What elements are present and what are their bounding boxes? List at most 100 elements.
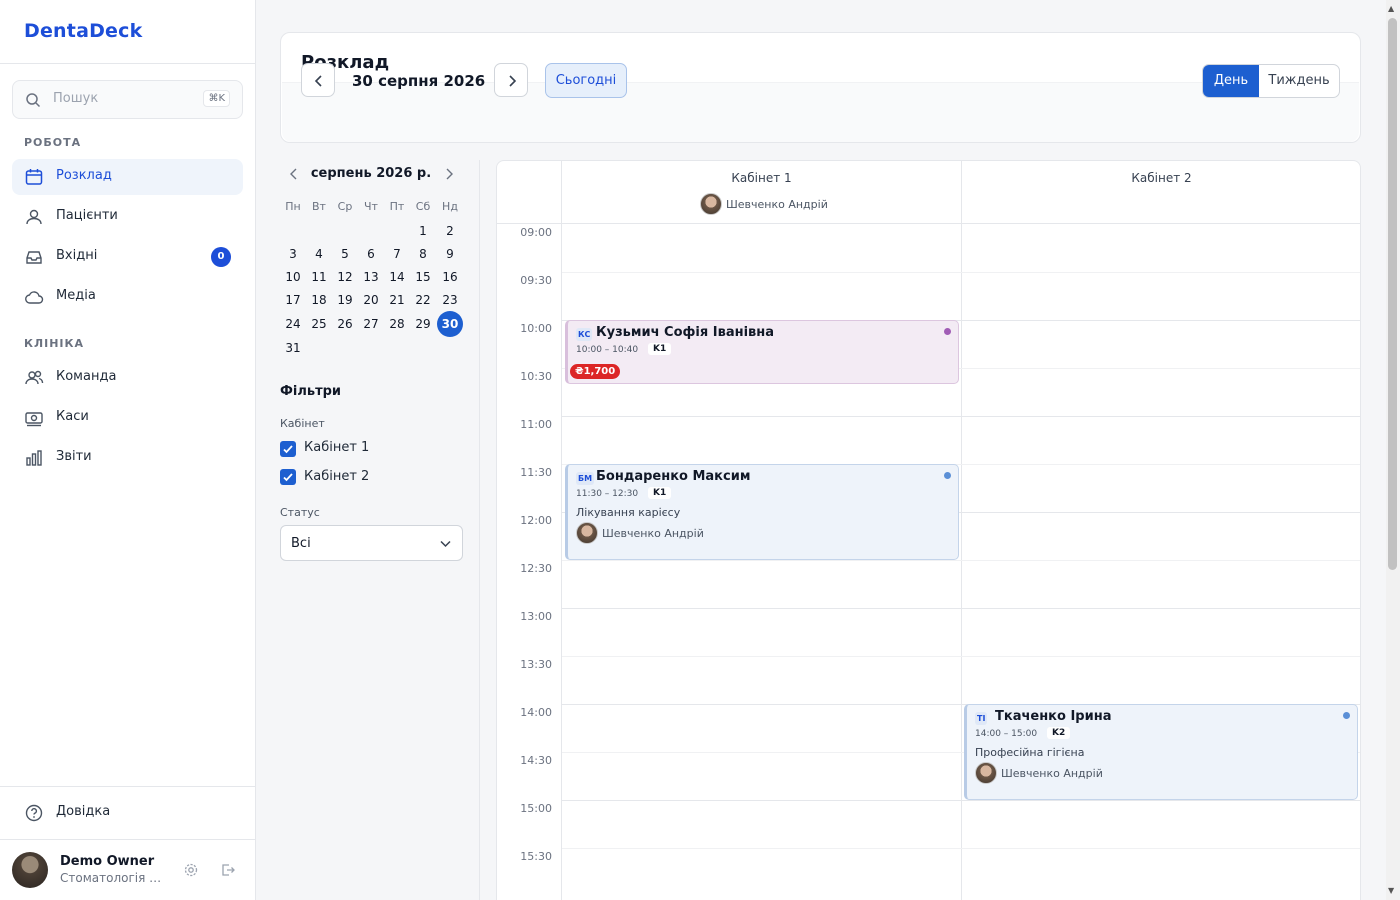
view-day-button[interactable]: День [1203, 65, 1259, 97]
calendar-day[interactable]: 1 [410, 220, 436, 242]
calendar-day[interactable]: 31 [280, 337, 306, 359]
user-avatar[interactable] [12, 852, 48, 888]
cabinet-badge: K1 [648, 343, 672, 355]
time-slot-line [562, 608, 1360, 609]
sidebar-item-media[interactable]: Медіа [12, 279, 243, 315]
patient-name: Бондаренко Максим [596, 469, 751, 484]
calendar-day[interactable]: 9 [437, 243, 463, 265]
sidebar-item-label: Медіа [56, 288, 96, 303]
bar-chart-icon [26, 450, 42, 466]
calendar-day[interactable]: 11 [306, 266, 332, 288]
settings-gear-icon[interactable] [183, 862, 199, 878]
doctor-avatar [975, 762, 997, 784]
calendar-day[interactable]: 22 [410, 289, 436, 311]
calendar-day[interactable]: 13 [358, 266, 384, 288]
calendar-weekday: Вт [312, 200, 326, 213]
sidebar-item-reports[interactable]: Звіти [12, 440, 243, 476]
calendar-day-selected[interactable]: 30 [437, 311, 463, 337]
calendar-day[interactable]: 3 [280, 243, 306, 265]
calendar-day[interactable]: 4 [306, 243, 332, 265]
patient-name: Ткаченко Ірина [995, 709, 1112, 724]
calendar-day[interactable]: 17 [280, 289, 306, 311]
calendar-day[interactable]: 10 [280, 266, 306, 288]
patient-initials: БМ [576, 472, 595, 485]
calendar-day[interactable]: 6 [358, 243, 384, 265]
search-placeholder: Пошук [53, 91, 99, 106]
sidebar-item-cash[interactable]: Каси [12, 400, 243, 436]
check-icon [283, 473, 293, 482]
sidebar-item-inbox[interactable]: Вхідні 0 [12, 239, 243, 275]
scroll-down-icon[interactable]: ▼ [1388, 886, 1394, 895]
calendar-day[interactable]: 24 [280, 313, 306, 335]
calendar-day[interactable]: 23 [437, 289, 463, 311]
calendar-day[interactable]: 15 [410, 266, 436, 288]
time-label: 12:00 [520, 514, 552, 527]
time-label: 15:00 [520, 802, 552, 815]
sidebar-item-patients[interactable]: Пацієнти [12, 199, 243, 235]
calendar-day[interactable]: 18 [306, 289, 332, 311]
user-name: Demo Owner [60, 854, 155, 869]
calendar-icon [25, 169, 43, 185]
cabinet-2-checkbox[interactable] [280, 469, 296, 485]
logout-icon[interactable] [220, 862, 236, 878]
calendar-day[interactable]: 19 [332, 289, 358, 311]
sidebar-item-label: Команда [56, 369, 117, 384]
toolbar [282, 82, 1359, 142]
calendar-day[interactable]: 21 [384, 289, 410, 311]
status-select-value: Всі [291, 536, 311, 551]
appointment-card[interactable]: БМ Бондаренко Максим 11:30 – 12:30 K1 Лі… [565, 464, 959, 560]
calendar-day[interactable]: 26 [332, 313, 358, 335]
calendar-day[interactable]: 16 [437, 266, 463, 288]
appointment-time: 10:00 – 10:40 [576, 345, 639, 355]
calendar-day[interactable]: 25 [306, 313, 332, 335]
filters-title: Фільтри [280, 384, 342, 399]
room-1-doctor[interactable]: Шевченко Андрій [700, 193, 828, 217]
calendar-day[interactable]: 8 [410, 243, 436, 265]
calendar-day[interactable]: 12 [332, 266, 358, 288]
calendar-day[interactable]: 27 [358, 313, 384, 335]
help-icon [25, 804, 43, 822]
calendar-month-title: серпень 2026 р. [310, 166, 432, 181]
inbox-icon [26, 251, 42, 264]
view-week-button[interactable]: Тиждень [1259, 65, 1339, 97]
status-select[interactable]: Всі [280, 525, 463, 561]
patient-initials: КС [576, 328, 593, 341]
time-label: 10:30 [520, 370, 552, 383]
scroll-up-icon[interactable]: ▲ [1388, 4, 1394, 13]
divider [0, 786, 255, 787]
sidebar-item-schedule[interactable]: Розклад [12, 159, 243, 195]
status-filter-label: Статус [280, 506, 320, 519]
cabinet-2-label: Кабінет 2 [304, 469, 370, 484]
scrollbar-thumb[interactable] [1388, 18, 1397, 570]
chevron-down-icon [440, 540, 451, 548]
calendar-weekday: Ср [337, 200, 353, 213]
sidebar-item-label: Вхідні [56, 248, 98, 263]
calendar-day[interactable]: 2 [437, 220, 463, 242]
time-slot-line [562, 656, 1360, 657]
cabinet-1-label: Кабінет 1 [304, 440, 370, 455]
check-icon [283, 445, 293, 454]
next-day-button[interactable] [494, 63, 528, 97]
calendar-day[interactable]: 14 [384, 266, 410, 288]
help-link[interactable]: Довідка [12, 795, 243, 831]
sidebar: DentaDeck Пошук ⌘K РОБОТА Розклад Пацієн… [0, 0, 256, 900]
appointment-card[interactable]: КС Кузьмич Софія Іванівна 10:00 – 10:40 … [565, 320, 959, 384]
calendar-day[interactable]: 20 [358, 289, 384, 311]
search-input[interactable]: Пошук ⌘K [12, 80, 243, 119]
sidebar-item-team[interactable]: Команда [12, 360, 243, 396]
calendar-day[interactable]: 29 [410, 313, 436, 335]
calendar-day[interactable]: 28 [384, 313, 410, 335]
today-button[interactable]: Сьогодні [545, 63, 627, 98]
price-badge: ₴1,700 [570, 364, 621, 379]
cabinet-1-checkbox[interactable] [280, 441, 296, 457]
calendar-day[interactable]: 7 [384, 243, 410, 265]
prev-day-button[interactable] [301, 63, 335, 97]
divider [479, 160, 480, 900]
brand-logo[interactable]: DentaDeck [24, 20, 142, 42]
section-work-label: РОБОТА [24, 136, 82, 149]
calendar-day[interactable]: 5 [332, 243, 358, 265]
calendar-next-month-icon[interactable] [441, 166, 457, 182]
appointment-card[interactable]: ТІ Ткаченко Ірина 14:00 – 15:00 K2 Профе… [964, 704, 1358, 800]
time-label: 13:00 [520, 610, 552, 623]
divider [0, 839, 255, 840]
